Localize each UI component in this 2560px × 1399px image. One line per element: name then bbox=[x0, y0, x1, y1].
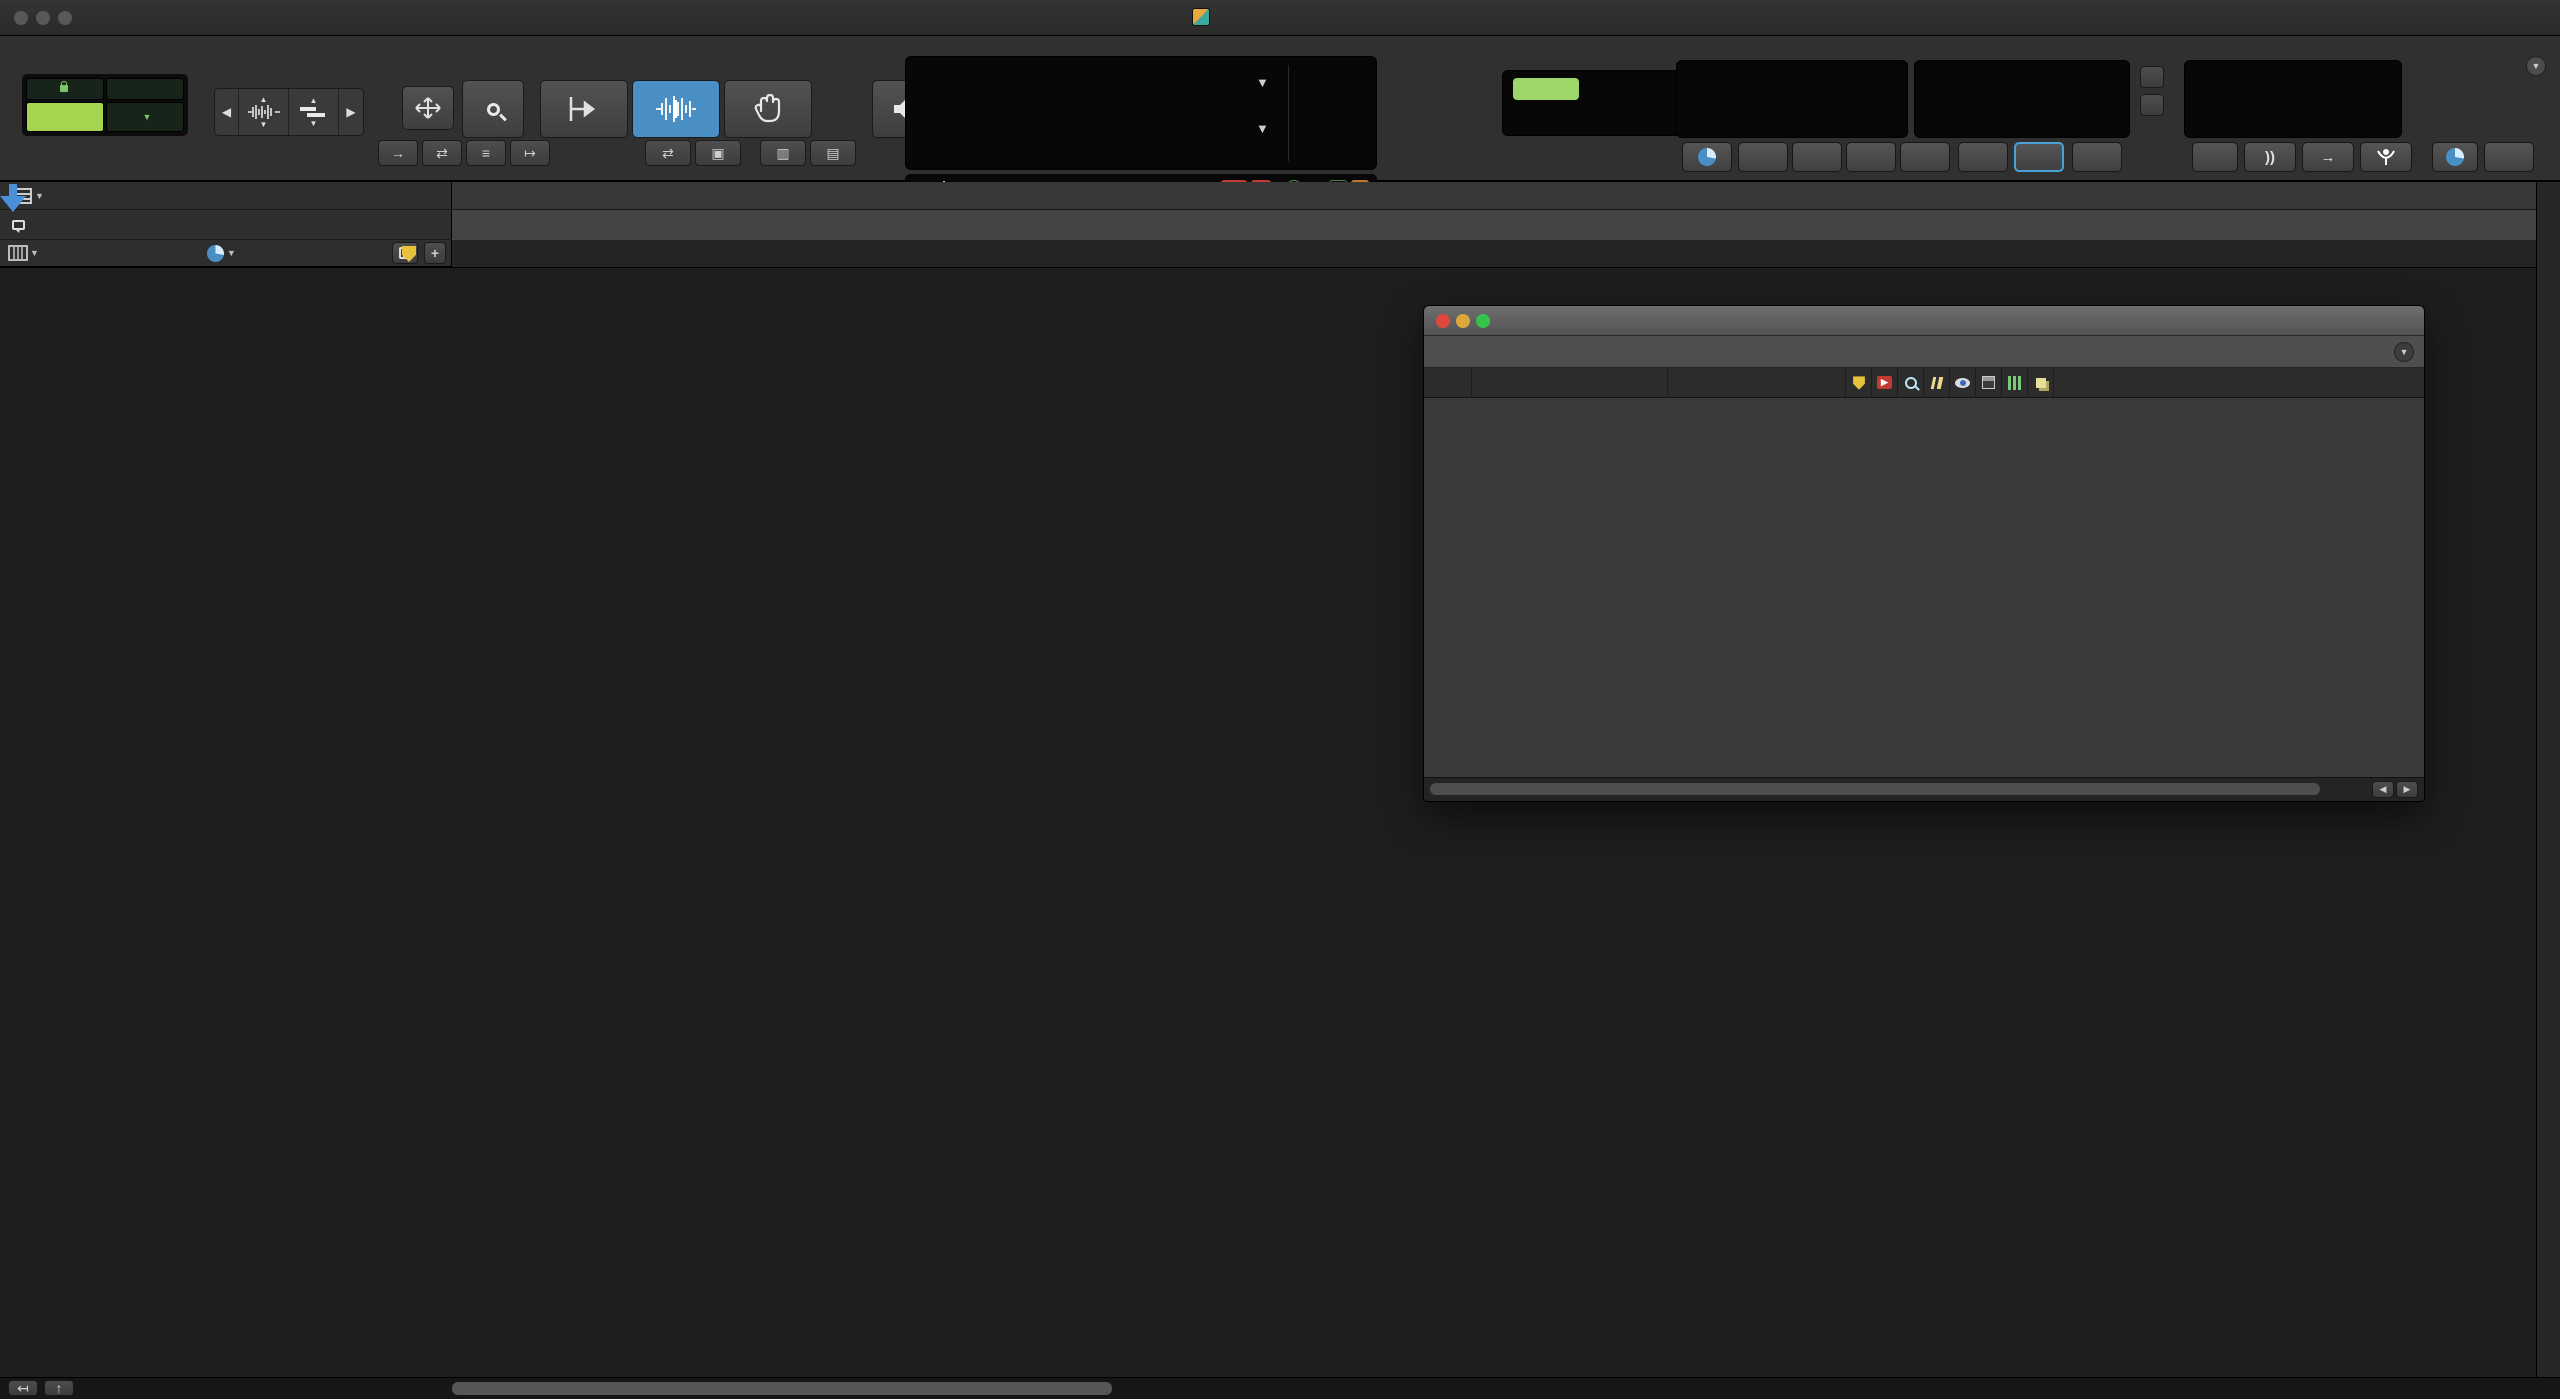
zoom-toggle-button[interactable] bbox=[402, 86, 454, 130]
magnifier-icon bbox=[486, 102, 500, 116]
timebase-dropdown-icon[interactable]: ▼ bbox=[227, 248, 236, 258]
right-minimap-strip[interactable] bbox=[2536, 182, 2560, 1399]
memory-close-icon[interactable] bbox=[1436, 314, 1450, 328]
memory-window-toolbar: ▼ bbox=[1424, 336, 2424, 368]
zoom-in-button[interactable]: ▶ bbox=[339, 89, 363, 135]
column-header-comments[interactable] bbox=[2054, 368, 2424, 397]
sub-counter-dropdown-icon[interactable]: ▼ bbox=[1256, 121, 1269, 136]
close-window-icon[interactable] bbox=[14, 11, 28, 25]
edit-mode-cluster: ▼ bbox=[22, 74, 188, 136]
transport-pie-icon bbox=[2446, 148, 2464, 166]
track-list-icon[interactable] bbox=[8, 245, 28, 261]
memory-options-dropdown-icon[interactable]: ▼ bbox=[2394, 342, 2414, 362]
trim-tool-button[interactable] bbox=[540, 80, 628, 138]
grabber-tool-button[interactable] bbox=[724, 80, 812, 138]
toolbar-options-dropdown-icon[interactable]: ▼ bbox=[2526, 56, 2546, 76]
ruler-spacer bbox=[452, 240, 2536, 268]
grid-value-button[interactable] bbox=[1513, 78, 1579, 100]
memory-table-body bbox=[1424, 398, 2424, 777]
zoom-window-icon[interactable] bbox=[58, 11, 72, 25]
record-button[interactable] bbox=[2072, 142, 2122, 172]
memory-locations-window: ▼ ▶ ◀ ▶ bbox=[1423, 305, 2425, 802]
window-titlebar bbox=[0, 0, 2560, 36]
minimize-window-icon[interactable] bbox=[36, 11, 50, 25]
transport-selection-panel bbox=[1914, 60, 2130, 138]
transport-expand-button-2[interactable] bbox=[2140, 94, 2164, 116]
column-header-zoom-icon[interactable] bbox=[1898, 368, 1924, 397]
lock-icon bbox=[59, 81, 68, 93]
markers-ruler[interactable] bbox=[452, 210, 2536, 240]
online-pie-icon bbox=[1698, 148, 1716, 166]
shuffle-mode-button[interactable] bbox=[26, 78, 104, 100]
edit-toolbar: ▼ ◀ ▲ ▼ ▲ ▼ ▶ → ⇄ ≡ ↦ ⇄ ▣ ▥ ▤ ▼ ▼)) → ▼ bbox=[0, 36, 2560, 204]
loop-play-button[interactable] bbox=[2014, 142, 2064, 172]
horizontal-scroll-thumb[interactable] bbox=[452, 1382, 1112, 1395]
tab-end-button[interactable]: ↦ bbox=[510, 140, 550, 166]
memory-scrollbar[interactable]: ◀ ▶ bbox=[1424, 777, 2424, 801]
scroll-up-button[interactable]: ↑ bbox=[44, 1380, 74, 1396]
transport-expand-button-1[interactable] bbox=[2140, 66, 2164, 88]
memory-window-titlebar[interactable] bbox=[1424, 306, 2424, 336]
transport-online-button[interactable] bbox=[2432, 142, 2478, 172]
column-header-marker-icon[interactable] bbox=[1846, 368, 1872, 397]
column-header-layers-icon[interactable] bbox=[2028, 368, 2054, 397]
zoom-cluster: ◀ ▲ ▼ ▲ ▼ ▶ bbox=[214, 88, 364, 136]
mirrored-editing-button[interactable]: ⇄ bbox=[422, 140, 462, 166]
tab-to-transient-button[interactable]: → bbox=[378, 140, 418, 166]
metronome-countoff-button[interactable] bbox=[2192, 142, 2238, 172]
layered-editing-button[interactable]: ≡ bbox=[466, 140, 506, 166]
rewind-button[interactable] bbox=[1792, 142, 1842, 172]
main-counter-panel: ▼ ▼ bbox=[905, 56, 1377, 170]
link-track-edit-button[interactable]: ▣ bbox=[695, 140, 741, 166]
memory-table-header: ▶ bbox=[1424, 368, 2424, 398]
mtc-button[interactable] bbox=[2484, 142, 2534, 172]
column-header-eye-icon[interactable] bbox=[1950, 368, 1976, 397]
link-timeline-edit-button[interactable]: ⇄ bbox=[645, 140, 691, 166]
slip-mode-button[interactable] bbox=[26, 101, 104, 132]
zoomer-tool-button[interactable] bbox=[462, 80, 524, 138]
session-icon bbox=[1192, 8, 1210, 26]
memory-zoom-icon[interactable] bbox=[1476, 314, 1490, 328]
column-header-track-name[interactable] bbox=[1668, 368, 1846, 397]
marker-shield-icon bbox=[402, 246, 416, 262]
stop-button[interactable] bbox=[1958, 142, 2008, 172]
automation-follows-edit-button[interactable]: ▤ bbox=[810, 140, 856, 166]
timecode-ruler[interactable] bbox=[452, 182, 2536, 210]
memory-scroll-right-button[interactable]: ▶ bbox=[2396, 781, 2418, 798]
online-button[interactable] bbox=[1682, 142, 1732, 172]
return-to-zero-button[interactable] bbox=[1738, 142, 1788, 172]
grid-mode-button[interactable]: ▼ bbox=[106, 101, 184, 132]
preroll-panel bbox=[1676, 60, 1908, 138]
track-list-dropdown-icon[interactable]: ▼ bbox=[30, 248, 39, 258]
memory-scroll-thumb[interactable] bbox=[1430, 783, 2320, 795]
column-header-preroll-icon[interactable] bbox=[1924, 368, 1950, 397]
column-header-marker-name[interactable] bbox=[1472, 368, 1668, 397]
ruler-gutter: ▼ + ▼ ▼ bbox=[0, 182, 452, 268]
horizontal-scrollbar[interactable] bbox=[0, 1377, 2560, 1399]
midi-zoom-button[interactable]: ▲ ▼ bbox=[289, 89, 339, 135]
midi-merge-button[interactable]: → bbox=[2302, 142, 2354, 172]
go-to-end-button[interactable] bbox=[1900, 142, 1950, 172]
main-counter-dropdown-icon[interactable]: ▼ bbox=[1256, 75, 1269, 90]
memory-minimize-icon[interactable] bbox=[1456, 314, 1470, 328]
column-header-number[interactable] bbox=[1424, 368, 1472, 397]
fast-forward-button[interactable] bbox=[1846, 142, 1896, 172]
ruler-dropdown-icon[interactable]: ▼ bbox=[35, 191, 44, 201]
edit-selection-panel bbox=[1302, 67, 1316, 69]
column-header-selection-icon[interactable]: ▶ bbox=[1872, 368, 1898, 397]
countoff-panel bbox=[2184, 60, 2402, 138]
markers-comment-icon bbox=[12, 219, 25, 233]
conductor-button[interactable] bbox=[2360, 142, 2412, 172]
column-header-window-icon[interactable] bbox=[1976, 368, 2002, 397]
column-header-mixer-icon[interactable] bbox=[2002, 368, 2028, 397]
memory-scroll-left-button[interactable]: ◀ bbox=[2372, 781, 2394, 798]
wait-for-note-button[interactable]: )) bbox=[2244, 142, 2296, 172]
selector-tool-button[interactable] bbox=[632, 80, 720, 138]
timebase-pie-icon[interactable] bbox=[206, 244, 224, 262]
audio-zoom-button[interactable]: ▲ ▼ bbox=[239, 89, 289, 135]
spot-mode-button[interactable] bbox=[106, 78, 184, 100]
zoom-out-button[interactable]: ◀ bbox=[215, 89, 239, 135]
insertion-follows-playback-button[interactable]: ▥ bbox=[760, 140, 806, 166]
scroll-left-edge-button[interactable]: ↤ bbox=[8, 1380, 38, 1396]
